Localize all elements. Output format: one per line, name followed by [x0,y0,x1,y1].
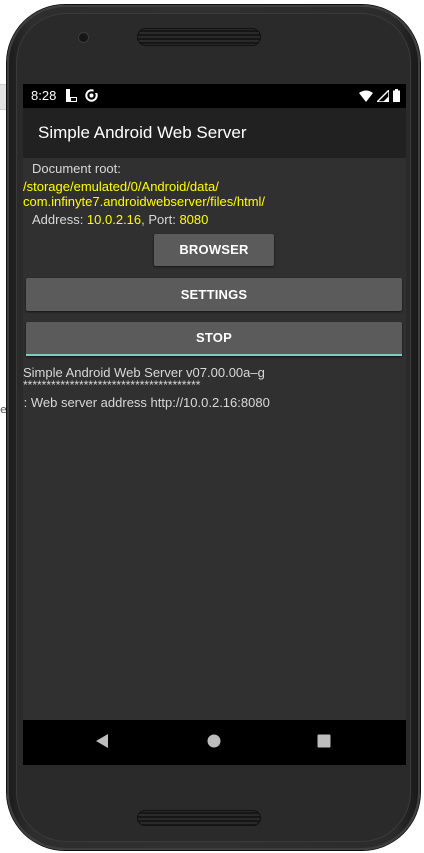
back-icon [95,733,109,752]
bottom-speaker [137,810,261,826]
nav-recents-button[interactable] [302,720,346,765]
app-bar: Simple Android Web Server [23,108,406,158]
emulator-stage: e 8:28 Simple Android Web Server Documen… [0,0,424,853]
battery-icon [393,87,400,106]
app-title: Simple Android Web Server [38,123,247,142]
cellular-signal-icon [375,87,390,106]
sim-card-icon [66,87,77,106]
address-value: 10.0.2.16 [86,212,142,227]
log-line-address: I: Web server address http://10.0.2.16:8… [23,395,270,410]
stop-button-label: STOP [196,330,232,345]
sync-icon [85,87,98,106]
settings-button-label: SETTINGS [180,287,248,302]
stop-button[interactable]: STOP [26,322,402,356]
browser-button-label: BROWSER [179,242,249,257]
address-label: Address: [32,212,87,227]
earpiece-speaker [137,28,261,46]
document-root-label: Document root: [32,161,121,176]
status-time: 8:28 [31,88,57,103]
port-value: 8080 [179,212,209,227]
log-line-separator: ************************************** [23,378,201,392]
status-icons-right [359,87,400,106]
navigation-bar [23,720,406,765]
document-root-path-line1: /storage/emulated/0/Android/data/ [23,179,219,194]
recents-icon [317,733,331,752]
front-camera [79,33,88,42]
wifi-icon [359,87,373,106]
document-root-path-line2: com.infinyte7.androidwebserver/files/htm… [23,194,266,209]
status-icons-left [66,88,98,104]
port-label: , Port: [141,212,180,227]
home-icon [207,733,221,752]
address-line: Address: 10.0.2.16, Port: 8080 [32,212,208,227]
browser-button[interactable]: BROWSER [154,234,274,266]
stop-button-focus-line [26,354,402,356]
device-screen: 8:28 Simple Android Web Server Document … [23,84,406,765]
status-bar: 8:28 [23,84,406,108]
nav-home-button[interactable] [192,720,236,765]
nav-back-button[interactable] [80,720,124,765]
settings-button[interactable]: SETTINGS [26,278,402,311]
main-content: Document root: /storage/emulated/0/Andro… [23,158,406,720]
